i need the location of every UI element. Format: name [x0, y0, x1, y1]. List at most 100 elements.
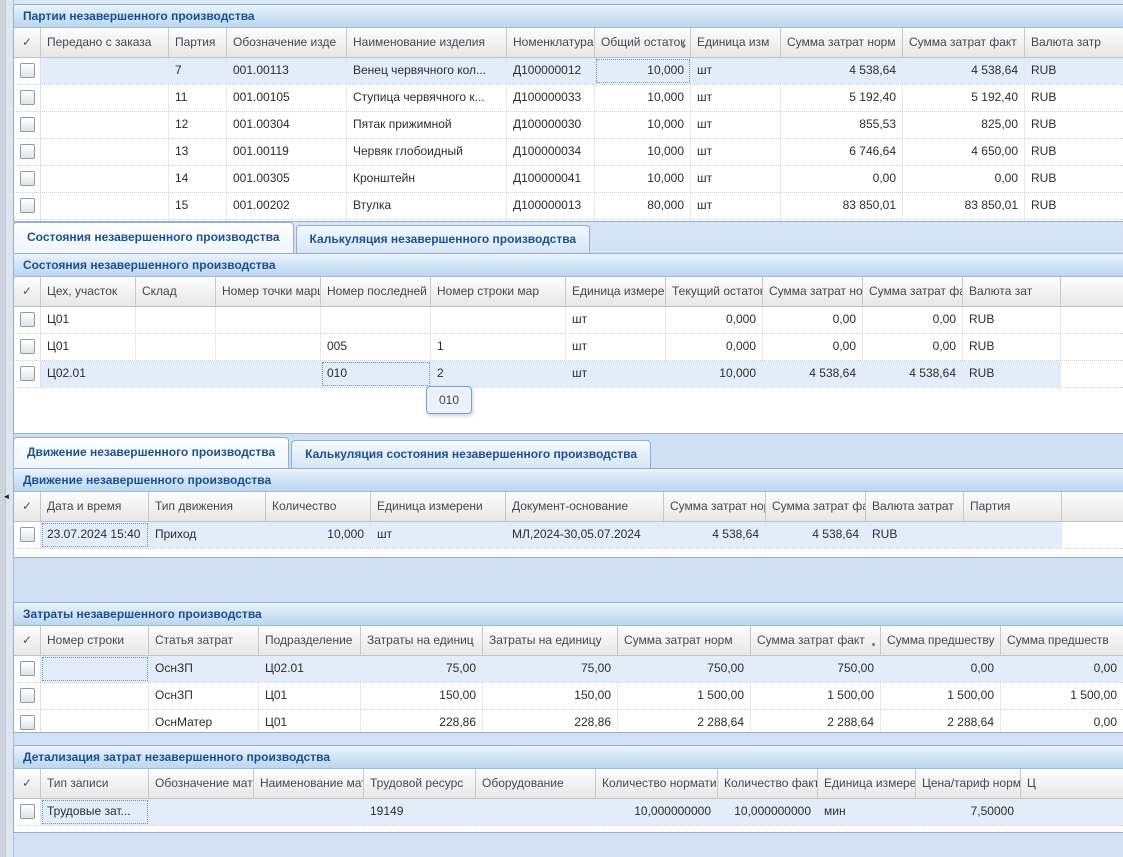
column-header[interactable]: Сумма затрат факт [863, 277, 963, 306]
column-header[interactable]: Тип движения [149, 492, 266, 521]
column-header[interactable]: Общий остаток [595, 28, 691, 57]
row-checkbox[interactable] [20, 117, 35, 132]
row-checkbox[interactable] [20, 90, 35, 105]
column-header[interactable]: Количество факт [718, 769, 818, 798]
column-header[interactable]: Сумма затрат норм [763, 277, 863, 306]
row-checkbox[interactable] [20, 661, 35, 676]
tab-active[interactable]: Движение незавершенного производства [13, 437, 289, 468]
row-checkbox[interactable] [20, 366, 35, 381]
cell: 4 538,64 [863, 361, 963, 387]
cell: 005 [321, 334, 431, 360]
cell: RUB [1025, 220, 1123, 222]
cell: ОснМатер [149, 710, 259, 733]
cell: 4 538,64 [664, 522, 766, 548]
column-header[interactable]: Сумма затрат факт [751, 626, 881, 655]
column-header[interactable]: Сумма предшеству [881, 626, 1001, 655]
row-checkbox[interactable] [20, 715, 35, 730]
select-all-header[interactable]: ✓ [14, 492, 41, 521]
row-checkbox[interactable] [20, 339, 35, 354]
table-row[interactable]: ОснМатерЦ01228,86228,862 288,642 288,642… [14, 710, 1123, 733]
splitter-collapse-arrow[interactable]: ◄ [1, 492, 12, 502]
column-header[interactable]: Сумма предшеств [1001, 626, 1123, 655]
column-header[interactable]: Валюта зат [963, 277, 1061, 306]
select-all-header[interactable]: ✓ [14, 769, 41, 798]
table-row[interactable]: 7001.00113Венец червячного кол...Д100000… [14, 58, 1123, 85]
row-checkbox[interactable] [20, 63, 35, 78]
column-header[interactable]: Ц [1021, 769, 1123, 798]
table-row[interactable]: 15001.00202ВтулкаД10000001380,000шт83 85… [14, 193, 1123, 220]
table-row[interactable]: Ц02.010102шт10,0004 538,644 538,64RUB [14, 361, 1123, 388]
column-header[interactable]: Дата и время [41, 492, 149, 521]
cell: Червяк глобоидный [347, 139, 507, 165]
column-header[interactable]: Количество норматив [596, 769, 718, 798]
tab-active[interactable]: Состояния незавершенного производства [13, 222, 294, 253]
checkbox-cell [14, 361, 41, 387]
column-header[interactable]: Сумма затрат норм [781, 28, 903, 57]
column-header[interactable]: Номер строки [41, 626, 149, 655]
table-row[interactable]: ОснЗПЦ01150,00150,001 500,001 500,001 50… [14, 683, 1123, 710]
column-header[interactable]: Сумма затрат норм [618, 626, 751, 655]
column-header[interactable]: Сумма затрат факт [903, 28, 1025, 57]
table-row[interactable]: 23.07.2024 15:40Приход10,000штМЛ,2024-30… [14, 522, 1123, 549]
column-header[interactable]: Единица измерени [371, 492, 506, 521]
table-row[interactable]: 13001.00119Червяк глобоидныйД10000003410… [14, 139, 1123, 166]
column-header[interactable]: Трудовой ресурс [364, 769, 476, 798]
cell: 5 192,40 [903, 85, 1025, 111]
row-checkbox[interactable] [20, 198, 35, 213]
column-header[interactable]: Номенклатура и [507, 28, 595, 57]
column-header[interactable]: Передано с заказа [41, 28, 169, 57]
column-header[interactable]: Склад [136, 277, 216, 306]
column-header[interactable]: Партия [169, 28, 227, 57]
column-header[interactable]: Статья затрат [149, 626, 259, 655]
column-header[interactable]: Партия [964, 492, 1062, 521]
column-header[interactable]: Документ-основание [506, 492, 664, 521]
column-header[interactable]: Затраты на единиц [361, 626, 483, 655]
cell: 14 [169, 166, 227, 192]
cell: 10,000000000 [718, 799, 818, 825]
table-row[interactable]: ОснЗПЦ02.0175,0075,00750,00750,000,000,0… [14, 656, 1123, 683]
column-header[interactable]: Единица измерени [566, 277, 666, 306]
column-header[interactable]: Единица изм [691, 28, 781, 57]
select-all-header[interactable]: ✓ [14, 626, 41, 655]
column-header[interactable]: Валюта затр [1025, 28, 1123, 57]
row-checkbox[interactable] [20, 688, 35, 703]
table-row[interactable]: 11001.00105Ступица червячного к...Д10000… [14, 85, 1123, 112]
tab-inactive[interactable]: Калькуляция незавершенного производства [296, 225, 591, 253]
table-row[interactable]: Ц010051шт0,0000,000,00RUB [14, 334, 1123, 361]
row-checkbox[interactable] [20, 312, 35, 327]
column-header[interactable]: Единица измерени [818, 769, 916, 798]
table-row[interactable]: 12001.00304Пятак прижимнойД10000003010,0… [14, 112, 1123, 139]
select-all-header[interactable]: ✓ [14, 277, 41, 306]
column-header[interactable]: Оборудование [476, 769, 596, 798]
column-header[interactable]: Обозначение изде [227, 28, 347, 57]
select-all-header[interactable]: ✓ [14, 28, 41, 57]
column-header[interactable]: Текущий остаток [666, 277, 763, 306]
column-header[interactable]: Номер последней [321, 277, 431, 306]
column-header[interactable]: Количество [266, 492, 371, 521]
column-header[interactable]: Цех, участок [41, 277, 136, 306]
column-header[interactable]: Обозначение мате [149, 769, 254, 798]
cell: 2 288,64 [881, 710, 1001, 733]
column-header[interactable]: Наименование мат [254, 769, 364, 798]
column-header[interactable]: Сумма затрат норм [664, 492, 766, 521]
table-row[interactable]: Ц01шт0,0000,000,00RUB [14, 307, 1123, 334]
cell: 4 538,64 [763, 361, 863, 387]
column-header[interactable]: Тип записи [41, 769, 149, 798]
column-header[interactable]: Номер строки мар [431, 277, 566, 306]
row-checkbox[interactable] [20, 171, 35, 186]
column-header[interactable]: Сумма затрат факт [766, 492, 866, 521]
table-row[interactable]: 14001.00305КронштейнД10000004110,000шт0,… [14, 166, 1123, 193]
column-header[interactable]: Цена/тариф норма [916, 769, 1021, 798]
row-checkbox[interactable] [20, 527, 35, 542]
table-row[interactable]: Трудовые зат...1914910,00000000010,00000… [14, 799, 1123, 826]
column-header[interactable]: Наименование изделия [347, 28, 507, 57]
column-header[interactable]: Валюта затрат [866, 492, 964, 521]
column-header[interactable]: Затраты на единицу [483, 626, 618, 655]
row-checkbox[interactable] [20, 144, 35, 159]
column-header[interactable]: Номер точки марш [216, 277, 321, 306]
column-header[interactable]: Подразделение [259, 626, 361, 655]
panel-title: Движение незавершенного производства [14, 469, 1123, 492]
tab-inactive[interactable]: Калькуляция состояния незавершенного про… [291, 440, 651, 468]
row-checkbox[interactable] [20, 804, 35, 819]
cell: 150,00 [361, 683, 483, 709]
